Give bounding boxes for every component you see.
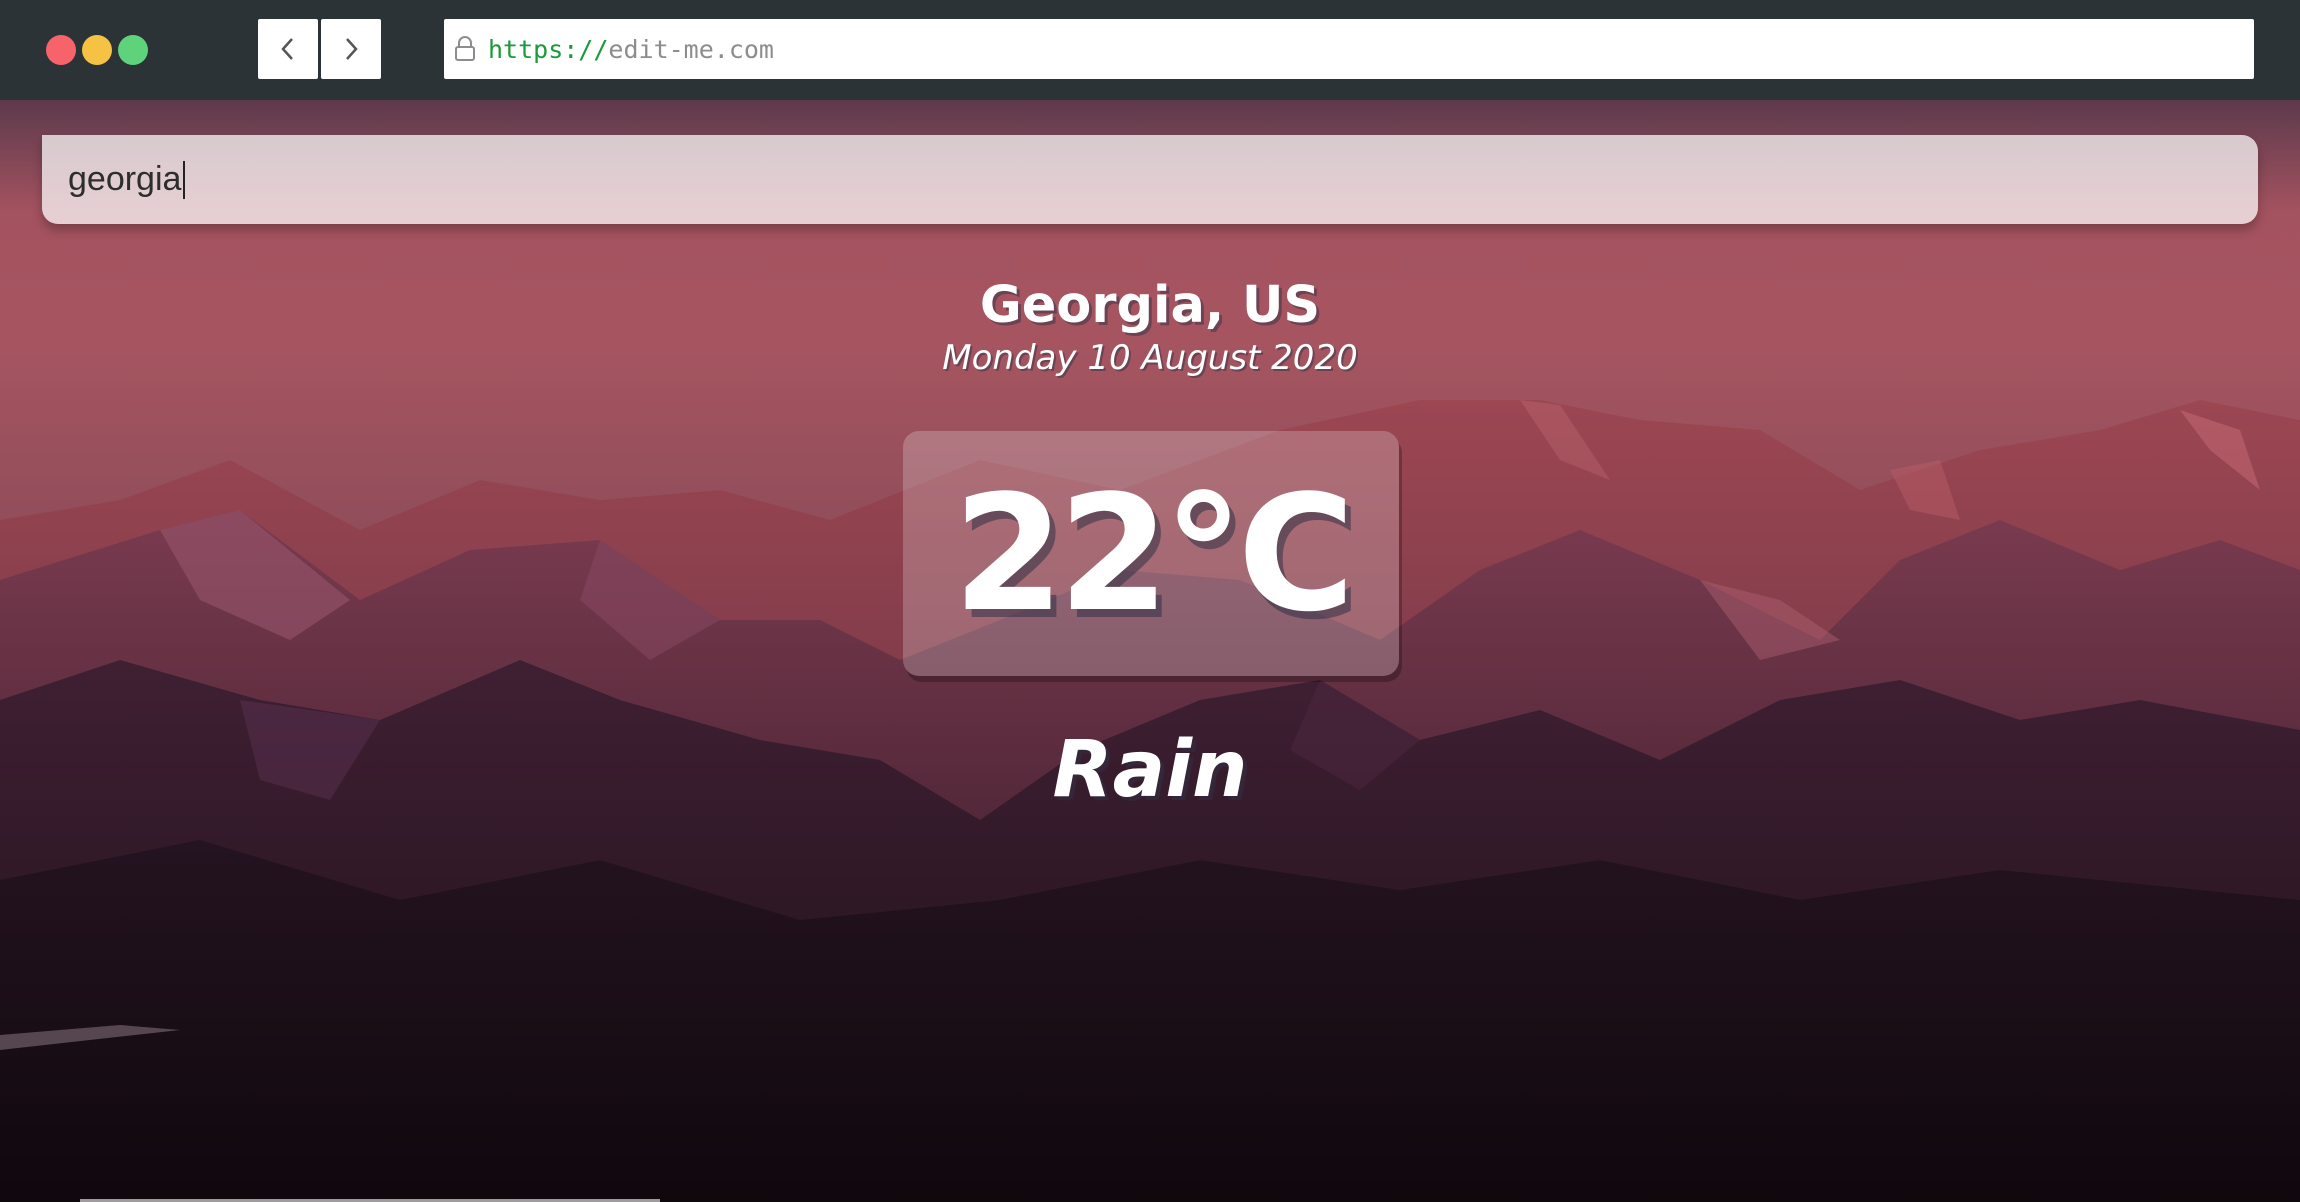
temperature-value: 22°C	[952, 460, 1355, 647]
forward-button[interactable]	[321, 19, 381, 79]
browser-toolbar: https://edit-me.com	[0, 0, 2300, 100]
url-host: edit-me.com	[608, 34, 774, 64]
chevron-right-icon	[346, 38, 358, 60]
temperature-card: 22°C	[903, 431, 1399, 676]
address-bar[interactable]: https://edit-me.com	[444, 19, 2254, 79]
weather-condition: Rain	[1052, 725, 1248, 815]
text-caret	[183, 160, 186, 199]
search-input[interactable]: georgia	[42, 135, 2258, 224]
location-title: Georgia, US	[979, 276, 1321, 335]
back-button[interactable]	[258, 19, 318, 79]
close-window-button[interactable]	[46, 35, 76, 65]
date-label: Monday 10 August 2020	[942, 338, 1358, 378]
maximize-window-button[interactable]	[118, 35, 148, 65]
search-input-value: georgia	[68, 160, 182, 198]
page-viewport: georgia Georgia, US Monday 10 August 202…	[0, 100, 2300, 1202]
url-scheme: https://	[488, 34, 609, 64]
minimize-window-button[interactable]	[82, 35, 112, 65]
lock-icon	[454, 36, 476, 62]
browser-window: https://edit-me.com georgia Georgia, US …	[0, 0, 2300, 1202]
chevron-left-icon	[281, 38, 293, 60]
